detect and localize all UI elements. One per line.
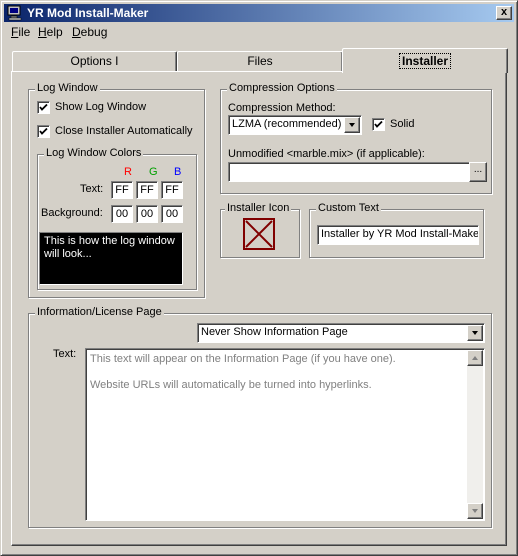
close-button[interactable]: x <box>496 6 512 20</box>
custom-text-input[interactable]: Installer by YR Mod Install-Maker <box>317 225 479 245</box>
installer-icon-label: Installer Icon <box>225 202 292 214</box>
app-icon <box>7 5 22 21</box>
menu-help[interactable]: Help <box>38 25 63 39</box>
compression-options-label: Compression Options <box>227 82 337 94</box>
custom-text-label: Custom Text <box>316 202 381 214</box>
compression-method-label: Compression Method: <box>228 102 336 114</box>
window-title: YR Mod Install-Maker <box>27 6 149 20</box>
browse-button[interactable]: ... <box>469 162 487 182</box>
compression-method-select[interactable]: LZMA (recommended) <box>228 115 362 135</box>
tab-files-label: Files <box>247 54 273 68</box>
preview-line-1: This is how the log window <box>44 235 175 247</box>
compression-method-value: LZMA (recommended) <box>232 118 342 130</box>
log-window-colors-label: Log Window Colors <box>44 147 144 159</box>
menu-debug[interactable]: Debug <box>72 25 107 39</box>
chevron-down-icon <box>472 331 478 335</box>
scroll-down-button[interactable] <box>467 503 483 519</box>
information-page-select-value: Never Show Information Page <box>201 326 348 338</box>
checkmark-icon <box>39 127 48 135</box>
arrow-down-icon <box>472 509 478 513</box>
arrow-up-icon <box>472 356 478 360</box>
background-g-field[interactable]: 00 <box>136 205 158 223</box>
background-b-field[interactable]: 00 <box>161 205 183 223</box>
browse-button-label: ... <box>473 164 483 175</box>
unmodified-marble-input[interactable] <box>228 162 470 182</box>
information-text-scrollbar[interactable] <box>467 350 483 519</box>
information-page-label: Information/License Page <box>35 306 164 318</box>
background-color-label: Background: <box>41 207 103 219</box>
show-log-window-checkbox[interactable] <box>37 101 50 114</box>
information-page-group: Information/License Page Never Show Info… <box>28 306 492 528</box>
installer-icon-image[interactable] <box>243 218 275 250</box>
checkmark-icon <box>39 103 48 111</box>
tab-files[interactable]: Files <box>177 51 343 71</box>
log-window-group: Log Window Show Log Window Close Install… <box>28 82 205 298</box>
information-text-area[interactable]: This text will appear on the Information… <box>85 348 485 521</box>
compression-method-dropdown-button[interactable] <box>344 117 360 133</box>
tab-options-i[interactable]: Options I <box>12 51 177 71</box>
checkmark-icon <box>374 120 383 128</box>
unmodified-marble-label: Unmodified <marble.mix> (if applicable): <box>228 148 425 160</box>
information-page-dropdown-button[interactable] <box>467 325 483 341</box>
information-page-select[interactable]: Never Show Information Page <box>197 323 485 343</box>
info-text-label: Text: <box>53 348 77 360</box>
custom-text-group: Custom Text Installer by YR Mod Install-… <box>309 202 484 258</box>
text-g-field[interactable]: FF <box>136 181 158 199</box>
log-window-colors-group: Log Window Colors R G B Text: FF FF FF B… <box>37 147 197 290</box>
solid-checkbox[interactable] <box>372 118 385 131</box>
close-installer-label[interactable]: Close Installer Automatically <box>55 125 193 137</box>
b-header: B <box>174 166 182 178</box>
main-window: YR Mod Install-Maker x File Help Debug O… <box>0 0 518 556</box>
info-placeholder-line-1: This text will appear on the Information… <box>90 353 396 365</box>
log-window-preview: This is how the log window will look... <box>39 232 183 285</box>
close-icon: x <box>500 6 508 18</box>
menu-file[interactable]: File <box>11 25 30 39</box>
g-header: G <box>149 166 158 178</box>
installer-tab-panel: Log Window Show Log Window Close Install… <box>11 71 507 546</box>
chevron-down-icon <box>349 123 355 127</box>
tab-options-i-label: Options I <box>70 54 119 68</box>
title-bar[interactable]: YR Mod Install-Maker x <box>4 4 514 22</box>
compression-options-group: Compression Options Compression Method: … <box>220 82 492 194</box>
log-window-group-label: Log Window <box>35 82 100 94</box>
installer-icon-group: Installer Icon <box>220 202 300 258</box>
solid-label[interactable]: Solid <box>390 118 414 130</box>
info-placeholder-line-2: Website URLs will automatically be turne… <box>90 379 372 391</box>
text-color-label: Text: <box>80 183 104 195</box>
close-installer-checkbox[interactable] <box>37 125 50 138</box>
background-r-field[interactable]: 00 <box>111 205 133 223</box>
menu-bar: File Help Debug <box>4 23 514 41</box>
r-header: R <box>124 166 132 178</box>
preview-line-2: will look... <box>44 248 92 260</box>
show-log-window-label[interactable]: Show Log Window <box>55 101 146 113</box>
tab-installer[interactable]: Installer <box>342 48 508 73</box>
tab-installer-label: Installer <box>398 53 452 69</box>
text-r-field[interactable]: FF <box>111 181 133 199</box>
text-b-field[interactable]: FF <box>161 181 183 199</box>
scroll-up-button[interactable] <box>467 350 483 366</box>
